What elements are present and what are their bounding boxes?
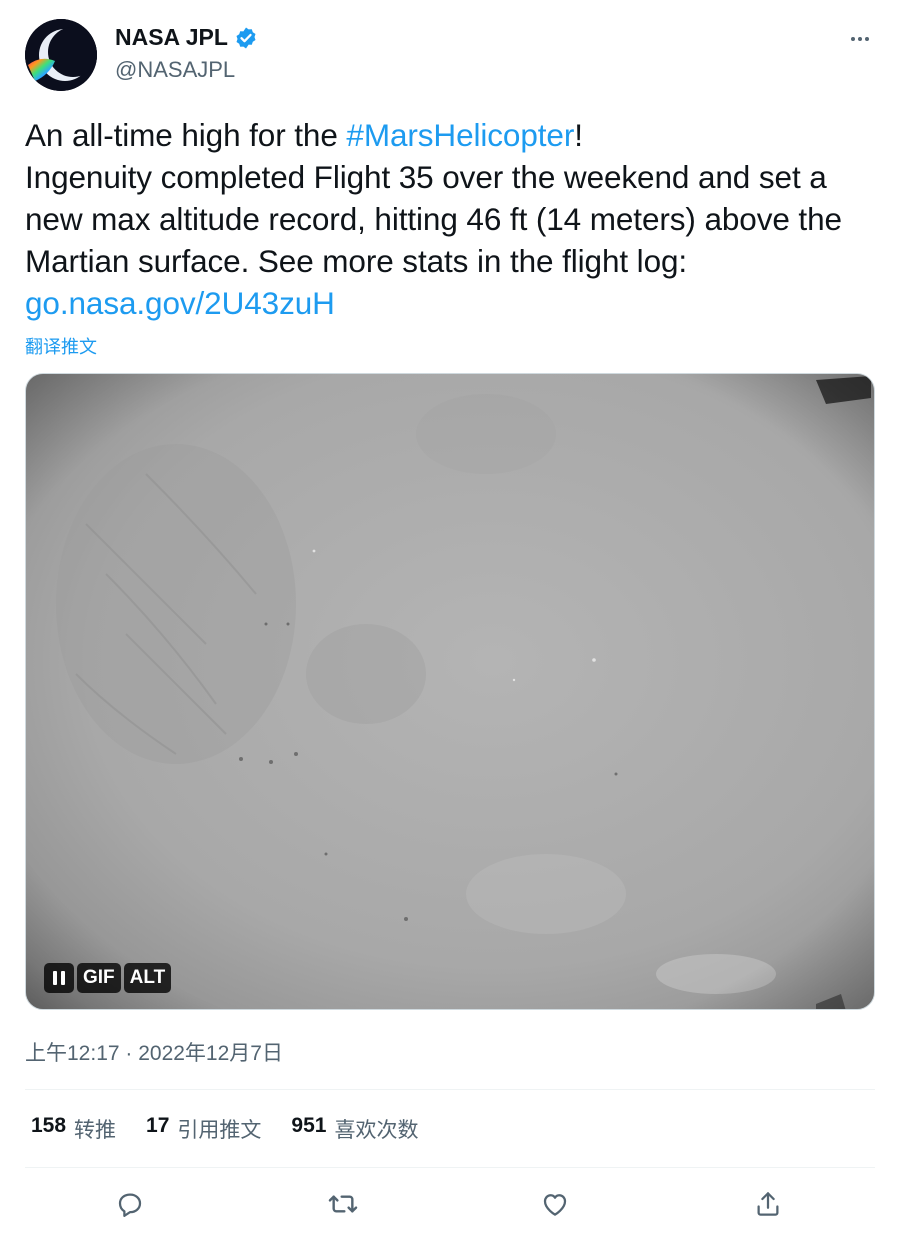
tweet-stats: 158 转推 17 引用推文 951 喜欢次数 — [31, 1114, 418, 1144]
quotes-label: 引用推文 — [177, 1119, 262, 1142]
like-icon[interactable] — [531, 1180, 579, 1228]
reply-icon[interactable] — [106, 1180, 154, 1228]
quotes-count: 17 — [146, 1114, 170, 1137]
retweets-stat[interactable]: 158 转推 — [31, 1114, 116, 1144]
media-controls: GIF ALT — [44, 963, 172, 993]
retweets-label: 转推 — [74, 1119, 117, 1142]
flight-log-link[interactable]: go.nasa.gov/2U43zuH — [25, 285, 335, 321]
likes-count: 951 — [291, 1114, 327, 1137]
retweet-icon[interactable] — [319, 1180, 367, 1228]
likes-stat[interactable]: 951 喜欢次数 — [291, 1114, 418, 1144]
gif-badge: GIF — [77, 963, 121, 993]
tweet-text-body: Ingenuity completed Flight 35 over the w… — [25, 159, 842, 279]
hashtag-link[interactable]: #MarsHelicopter — [346, 117, 574, 153]
author-info: NASA JPL @NASAJPL — [115, 24, 258, 83]
alt-text-badge[interactable]: ALT — [123, 963, 172, 993]
tweet-timestamp[interactable]: 上午12:17 · 2022年12月7日 — [25, 1037, 283, 1067]
translate-tweet-link[interactable]: 翻译推文 — [25, 333, 97, 359]
likes-label: 喜欢次数 — [334, 1119, 419, 1142]
divider — [25, 1089, 875, 1090]
tweet-text: An all-time high for the #MarsHelicopter… — [25, 114, 875, 324]
tweet-text-suffix: ! — [574, 117, 583, 153]
tweet-text-prefix: An all-time high for the — [25, 117, 347, 153]
verified-badge-icon[interactable] — [234, 26, 258, 50]
quotes-stat[interactable]: 17 引用推文 — [146, 1114, 261, 1144]
nasa-jpl-logo-icon[interactable] — [25, 19, 97, 91]
more-options-icon[interactable] — [845, 24, 875, 54]
tweet-media-gif[interactable]: GIF ALT — [25, 373, 875, 1010]
action-bar — [25, 1180, 875, 1228]
pause-button[interactable] — [44, 963, 74, 993]
divider — [25, 1167, 875, 1168]
mars-surface-image — [26, 374, 874, 1009]
pause-icon — [53, 971, 65, 985]
retweets-count: 158 — [31, 1114, 67, 1137]
author-handle[interactable]: @NASAJPL — [115, 57, 258, 83]
share-icon[interactable] — [744, 1180, 792, 1228]
tweet-card: NASA JPL @NASAJPL An all-time high for t… — [0, 0, 897, 1239]
author-display-name[interactable]: NASA JPL — [115, 24, 228, 51]
